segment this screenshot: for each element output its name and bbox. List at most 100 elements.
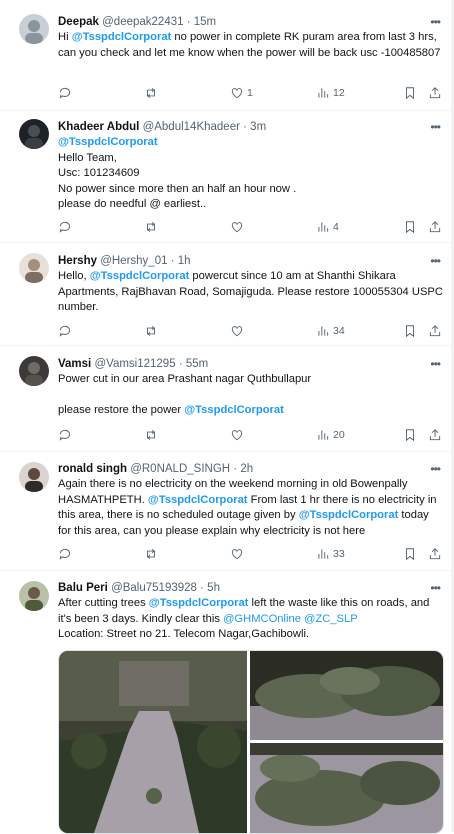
tweet-actions: 20: [58, 427, 443, 443]
retweet-button[interactable]: [144, 427, 158, 443]
avatar[interactable]: [19, 462, 49, 492]
like-button[interactable]: 1: [230, 85, 253, 101]
mention-link[interactable]: @TsspdclCorporat: [90, 270, 190, 282]
display-name[interactable]: Khadeer Abdul: [58, 121, 139, 133]
bookmark-button[interactable]: [403, 427, 417, 443]
tweet-card[interactable]: Balu Peri @Balu75193928 · 5h ••• After c…: [0, 571, 454, 834]
bookmark-icon: [406, 87, 414, 100]
bookmark-icon: [406, 325, 414, 338]
avatar[interactable]: [19, 253, 49, 283]
more-icon[interactable]: •••: [430, 15, 441, 29]
share-button[interactable]: [428, 546, 442, 562]
more-icon[interactable]: •••: [430, 357, 441, 371]
bookmark-button[interactable]: [403, 219, 417, 235]
avatar[interactable]: [19, 119, 49, 149]
user-handle[interactable]: @Vamsi121295: [94, 358, 175, 370]
more-icon[interactable]: •••: [430, 254, 441, 268]
user-handle[interactable]: @Abdul14Khadeer: [143, 121, 240, 133]
mention-link[interactable]: @TsspdclCorporat: [299, 509, 399, 521]
mention-link[interactable]: @TsspdclCorporat: [58, 135, 443, 151]
more-icon[interactable]: •••: [430, 581, 441, 595]
like-button[interactable]: [230, 219, 244, 235]
mention-link[interactable]: @TsspdclCorporat: [148, 494, 248, 506]
views-button[interactable]: 34: [316, 323, 345, 339]
mention-link[interactable]: @TsspdclCorporat: [149, 597, 249, 609]
timestamp[interactable]: 2h: [240, 463, 253, 475]
tweet-card[interactable]: Hershy @Hershy_01 · 1h ••• Hello, @Tsspd…: [0, 243, 454, 346]
mention-link[interactable]: @TsspdclCorporat: [184, 404, 284, 416]
user-handle[interactable]: @deepak22431: [102, 16, 183, 28]
text-segment: Hello,: [58, 270, 90, 282]
tweet-card[interactable]: ronald singh @R0NALD_SINGH · 2h ••• Agai…: [0, 452, 454, 571]
views-button[interactable]: 4: [316, 219, 339, 235]
avatar[interactable]: [19, 581, 49, 611]
text-segment: Hi: [58, 31, 72, 43]
share-button[interactable]: [428, 85, 442, 101]
text-line: Location: Street no 21. Telecom Nagar,Ga…: [58, 628, 310, 640]
bookmark-button[interactable]: [403, 85, 417, 101]
display-name[interactable]: ronald singh: [58, 463, 127, 475]
reply-button[interactable]: [58, 546, 72, 562]
like-icon: [231, 549, 243, 560]
timestamp[interactable]: 55m: [186, 358, 208, 370]
tweet-card[interactable]: Khadeer Abdul @Abdul14Khadeer · 3m ••• @…: [0, 111, 454, 243]
separator-dot: ·: [233, 463, 238, 475]
timestamp[interactable]: 5h: [207, 582, 220, 594]
display-name[interactable]: Vamsi: [58, 358, 91, 370]
views-count: 4: [333, 221, 339, 233]
bookmark-button[interactable]: [403, 323, 417, 339]
reply-button[interactable]: [58, 85, 72, 101]
timestamp[interactable]: 1h: [178, 255, 191, 267]
display-name[interactable]: Balu Peri: [58, 582, 108, 594]
tweet-text: Again there is no electricity on the wee…: [58, 477, 443, 539]
tweet-header: Khadeer Abdul @Abdul14Khadeer · 3m: [58, 120, 266, 134]
mention-link[interactable]: @TsspdclCorporat: [72, 31, 172, 43]
views-button[interactable]: 33: [316, 546, 345, 562]
bookmark-button[interactable]: [403, 546, 417, 562]
display-name[interactable]: Hershy: [58, 255, 97, 267]
mention-link[interactable]: @GHMCOnline: [223, 613, 301, 625]
like-icon: [231, 88, 243, 99]
views-count: 33: [333, 548, 345, 560]
avatar[interactable]: [19, 14, 49, 44]
user-handle[interactable]: @Balu75193928: [111, 582, 197, 594]
tweet-actions: 33: [58, 546, 443, 562]
user-handle[interactable]: @R0NALD_SINGH: [130, 463, 230, 475]
more-icon[interactable]: •••: [430, 120, 441, 134]
like-button[interactable]: [230, 323, 244, 339]
views-icon: [318, 326, 329, 336]
separator-dot: ·: [170, 255, 175, 267]
photo-road[interactable]: [59, 651, 247, 833]
retweet-button[interactable]: [144, 219, 158, 235]
views-button[interactable]: 12: [316, 85, 345, 101]
retweet-button[interactable]: [144, 323, 158, 339]
photo-branches-top[interactable]: [250, 651, 443, 740]
retweet-icon: [147, 222, 155, 232]
retweet-icon: [147, 549, 155, 559]
tweet-card[interactable]: Deepak @deepak22431 · 15m ••• Hi @Tsspdc…: [0, 0, 454, 111]
timeline-feed: Deepak @deepak22431 · 15m ••• Hi @Tsspdc…: [0, 0, 454, 834]
display-name[interactable]: Deepak: [58, 16, 99, 28]
bookmark-icon: [406, 221, 414, 234]
retweet-button[interactable]: [144, 85, 158, 101]
timestamp[interactable]: 3m: [250, 121, 266, 133]
share-icon: [429, 325, 441, 337]
share-button[interactable]: [428, 219, 442, 235]
share-button[interactable]: [428, 427, 442, 443]
mention-link[interactable]: @ZC_SLP: [304, 613, 358, 625]
user-handle[interactable]: @Hershy_01: [100, 255, 167, 267]
tweet-card[interactable]: Vamsi @Vamsi121295 · 55m ••• Power cut i…: [0, 346, 454, 452]
timestamp[interactable]: 15m: [194, 16, 216, 28]
views-button[interactable]: 20: [316, 427, 345, 443]
reply-button[interactable]: [58, 219, 72, 235]
like-button[interactable]: [230, 427, 244, 443]
photo-branches-bottom[interactable]: [250, 743, 443, 833]
more-icon[interactable]: •••: [430, 462, 441, 476]
reply-button[interactable]: [58, 323, 72, 339]
retweet-icon: [147, 430, 155, 440]
avatar[interactable]: [19, 356, 49, 386]
share-button[interactable]: [428, 323, 442, 339]
retweet-button[interactable]: [144, 546, 158, 562]
like-button[interactable]: [230, 546, 244, 562]
reply-button[interactable]: [58, 427, 72, 443]
